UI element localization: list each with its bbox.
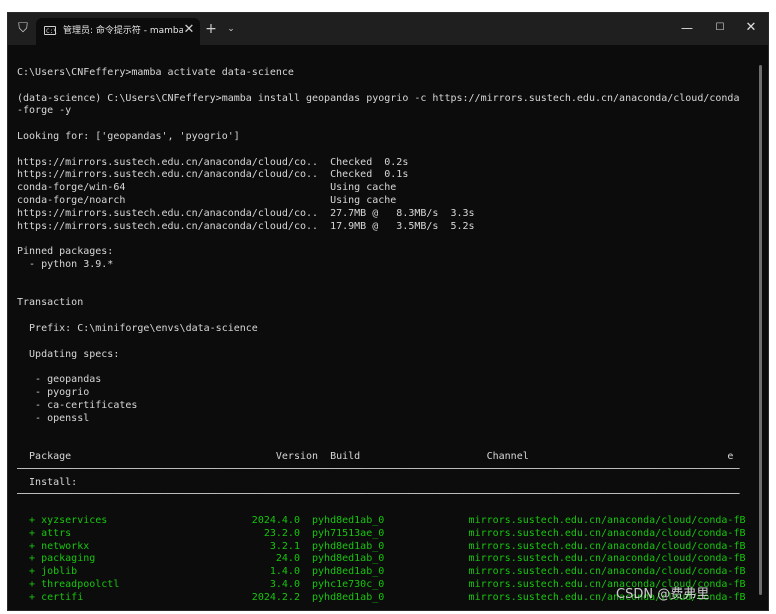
terminal-line: Pinned packages: (17, 246, 114, 258)
terminal-line: C:\Users\CNFeffery>mamba activate data-s… (17, 67, 294, 78)
terminal-line: - pyogrio (17, 387, 90, 398)
terminal-line: Prefix: C:\miniforge\envs\data-science (17, 323, 258, 334)
terminal-line: ────────────────────────────────────────… (17, 489, 740, 501)
terminal-line: Install: (17, 476, 78, 488)
terminal-output[interactable]: C:\Users\CNFeffery>mamba activate data-s… (8, 45, 768, 610)
package-name: + xyzservices (17, 515, 120, 526)
terminal-line: (data-science) C:\Users\CNFeffery>mamba … (17, 92, 740, 104)
tab-command-prompt[interactable]: C:\ 管理员: 命令提示符 - mamba ✕ (36, 18, 200, 45)
title-bar[interactable]: ⛉ C:\ 管理员: 命令提示符 - mamba ✕ + ⌄ — ☐ ✕ (8, 13, 768, 45)
terminal-line: conda-forge/win-64 Using cache (17, 182, 397, 194)
shield-icon: ⛉ (18, 21, 28, 36)
package-row: + xyzservices 2024.4.0 pyhd8ed1ab_0 mirr… (17, 514, 752, 527)
chevron-down-icon[interactable]: ⌄ (224, 21, 238, 37)
package-details: 3.2.1 pyhd8ed1ab_0 mirrors.sustech.edu.c… (119, 540, 746, 552)
terminal-line: -forge -y (17, 105, 72, 117)
terminal-line: https://mirrors.sustech.edu.cn/anaconda/… (17, 207, 475, 219)
package-details: 1.4.0 pyhd8ed1ab_0 mirrors.sustech.edu.c… (119, 566, 746, 578)
terminal-line: - openssl (17, 412, 90, 424)
terminal-line: - python 3.9.* (17, 259, 114, 270)
package-name: + threadpoolctl (17, 579, 120, 590)
terminal-line: conda-forge/noarch Using cache (17, 195, 397, 206)
package-details: 23.2.0 pyh71513ae_0 mirrors.sustech.edu.… (119, 527, 746, 539)
package-name: + networkx (17, 540, 120, 552)
tab-close-icon[interactable]: ✕ (182, 23, 196, 37)
package-row: + joblib 1.4.0 pyhd8ed1ab_0 mirrors.sust… (17, 565, 752, 578)
tab-title: 管理员: 命令提示符 - mamba (63, 26, 183, 36)
terminal-line: ────────────────────────────────────────… (17, 463, 740, 475)
package-name: + attrs (17, 527, 120, 539)
package-name: + joblib (17, 566, 120, 578)
package-name: + packaging (17, 553, 120, 565)
new-tab-button[interactable]: + (204, 21, 218, 37)
minimize-button[interactable]: — (675, 19, 699, 37)
terminal-line: https://mirrors.sustech.edu.cn/anaconda/… (17, 220, 475, 232)
terminal-line: https://mirrors.sustech.edu.cn/anaconda/… (17, 169, 409, 181)
package-row: + networkx 3.2.1 pyhd8ed1ab_0 mirrors.su… (17, 540, 752, 553)
scrollbar[interactable] (759, 65, 762, 595)
terminal-line: - geopandas (17, 374, 102, 386)
terminal-line: Looking for: ['geopandas', 'pyogrio'] (17, 131, 240, 142)
package-row: + attrs 23.2.0 pyh71513ae_0 mirrors.sust… (17, 527, 752, 540)
package-details: 2024.4.0 pyhd8ed1ab_0 mirrors.sustech.ed… (119, 515, 746, 526)
command-prompt-icon: C:\ (44, 26, 57, 35)
package-name: + certifi (17, 591, 120, 603)
terminal-line: Package Version Build Channel e (17, 451, 734, 462)
terminal-line: Updating specs: (17, 348, 120, 360)
package-row: + packaging 24.0 pyhd8ed1ab_0 mirrors.su… (17, 552, 752, 565)
terminal-line: https://mirrors.sustech.edu.cn/anaconda/… (17, 156, 409, 168)
package-details: 24.0 pyhd8ed1ab_0 mirrors.sustech.edu.cn… (119, 553, 746, 565)
close-button[interactable]: ✕ (739, 19, 763, 37)
terminal-window: ⛉ C:\ 管理员: 命令提示符 - mamba ✕ + ⌄ — ☐ ✕ C:\… (8, 13, 768, 610)
maximize-button[interactable]: ☐ (708, 19, 732, 37)
terminal-line: Transaction (17, 297, 84, 309)
terminal-line: - ca-certificates (17, 399, 138, 411)
watermark: CSDN @费弗里 (616, 587, 710, 602)
